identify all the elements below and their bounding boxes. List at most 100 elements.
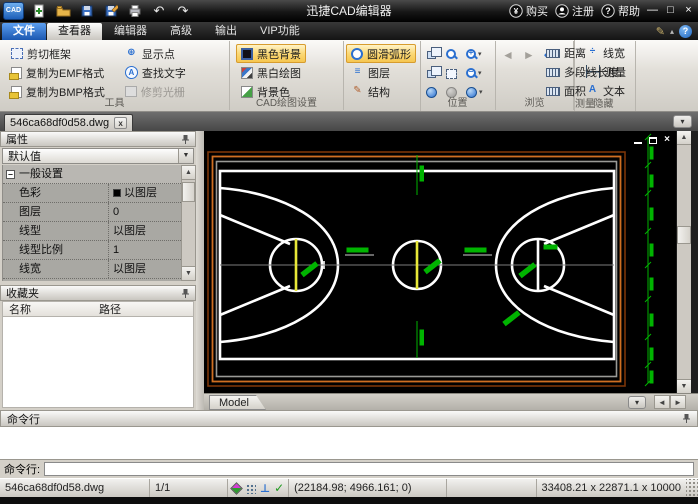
grid-toggle-icon[interactable] [245, 483, 256, 494]
favorites-col-path[interactable]: 路径 [99, 301, 121, 317]
snap-toggle-icon[interactable] [230, 482, 243, 495]
save-button[interactable] [76, 2, 98, 20]
register-button[interactable]: 注册 [553, 3, 596, 19]
collapse-group-icon[interactable]: − [6, 170, 15, 179]
osnap-toggle-icon[interactable]: ✓ [274, 481, 284, 495]
mdi-close-icon[interactable]: × [664, 135, 670, 145]
vertical-scroll-thumb[interactable] [677, 226, 691, 244]
show-points-button[interactable]: ⊕显示点 [120, 44, 191, 63]
command-panel-header: 命令行 [0, 410, 698, 427]
layers-button[interactable]: ≡图层 [346, 63, 416, 82]
property-value-color[interactable]: 以图层 [109, 184, 181, 202]
zoom-out-button[interactable]: −▾ [466, 63, 486, 82]
smooth-arc-button[interactable]: 圆滑弧形 [346, 44, 416, 63]
property-row-linetype: 线型 以图层 [3, 222, 181, 241]
menu-tab-file[interactable]: 文件 [2, 23, 46, 40]
new-file-button[interactable] [28, 2, 50, 20]
buy-button[interactable]: ¥ 购买 [507, 3, 550, 19]
cut-frame-icon [11, 48, 23, 59]
copy-emf-button[interactable]: 复制为EMF格式 [6, 63, 110, 82]
document-tab-close-icon[interactable]: x [114, 117, 127, 129]
scroll-up-icon[interactable]: ▲ [677, 131, 691, 145]
menu-tab-output[interactable]: 输出 [204, 23, 248, 40]
close-button[interactable]: × [681, 3, 696, 19]
favorites-col-name[interactable]: 名称 [3, 301, 99, 317]
view-preset-icon [466, 87, 477, 98]
cascade-icon [427, 51, 436, 59]
print-button[interactable] [124, 2, 146, 20]
grid-scroll-down-icon[interactable]: ▼ [182, 266, 195, 280]
app-logo-icon[interactable]: CAD [3, 2, 24, 20]
redo-button[interactable]: ↷ [172, 2, 194, 20]
help-button[interactable]: ? 帮助 [599, 3, 642, 19]
grid-scroll-up-icon[interactable]: ▲ [182, 166, 195, 180]
open-file-button[interactable] [52, 2, 74, 20]
favorites-pin-icon[interactable] [181, 288, 190, 299]
command-input[interactable] [44, 462, 694, 476]
zoom-out-icon: − [466, 68, 476, 78]
window-bottom-strip [0, 497, 698, 504]
polyline-length-button[interactable]: 多段线长度 [541, 62, 635, 81]
group-label-measure: 测量 [535, 99, 635, 111]
command-pin-icon[interactable] [682, 413, 691, 424]
menu-tab-advanced[interactable]: 高级 [159, 23, 203, 40]
collapse-ribbon-icon[interactable]: ▴ [670, 27, 674, 36]
property-value-ltscale[interactable]: 1 [109, 241, 181, 259]
structure-button[interactable]: ✎结构 [346, 82, 416, 101]
distance-button[interactable]: 距离 [541, 43, 635, 62]
tab-list-chevron-button[interactable]: ▾ [673, 115, 692, 128]
smooth-arc-icon [351, 48, 363, 60]
mdi-restore-icon[interactable] [649, 137, 657, 144]
vertical-scrollbar[interactable]: ▲ ▼ [676, 131, 691, 393]
area-icon [546, 87, 560, 96]
scroll-right-icon[interactable]: ► [670, 395, 686, 409]
undo-button[interactable]: ↶ [148, 2, 170, 20]
find-text-button[interactable]: A查找文字 [120, 63, 191, 82]
zoom-extents-button[interactable] [446, 63, 466, 82]
property-group-header[interactable]: − 一般设置 [3, 165, 181, 184]
model-tab-bar: Model ▾ ◄ ► [204, 393, 698, 410]
minimize-button[interactable]: — [645, 3, 660, 19]
menu-tab-viewer[interactable]: 查看器 [47, 23, 102, 40]
ribbon-help-icon[interactable]: ? [679, 25, 692, 38]
scroll-left-icon[interactable]: ◄ [654, 395, 670, 409]
model-tab[interactable]: Model [209, 395, 266, 410]
property-grid-scrollbar[interactable]: ▲ ▼ [181, 165, 196, 281]
zoom-window-button[interactable] [446, 44, 466, 63]
property-row-ltscale: 线型比例 1 [3, 241, 181, 260]
property-row-lineweight: 线宽 以图层 [3, 260, 181, 279]
document-tab-bar: 546ca68df0d58.dwg x ▾ [0, 112, 698, 131]
panel-splitter[interactable] [196, 131, 204, 410]
annotate-pencil-icon[interactable]: ✎ [656, 25, 665, 38]
zoom-in-button[interactable]: +▾ [466, 44, 486, 63]
menu-tab-editor[interactable]: 编辑器 [103, 23, 158, 40]
zoom-in-icon: + [466, 49, 476, 59]
preset-dropdown[interactable]: 默认值 ▼ [2, 148, 194, 164]
maximize-button[interactable]: □ [663, 3, 678, 19]
area-button[interactable]: 面积 [541, 81, 635, 100]
cascade-windows-button[interactable] [426, 44, 446, 63]
layout-chevron-button[interactable]: ▾ [628, 396, 646, 409]
cut-frame-button[interactable]: 剪切框架 [6, 44, 110, 63]
favorites-column-headers: 名称 路径 [2, 301, 194, 317]
favorites-list[interactable] [2, 317, 194, 408]
ribbon-divider-1 [420, 41, 421, 111]
copy-view-button[interactable] [426, 63, 446, 82]
ortho-toggle-icon[interactable]: ⊥ [260, 482, 270, 495]
save-as-button[interactable] [100, 2, 122, 20]
grid-scroll-thumb[interactable] [182, 182, 195, 202]
resize-grip[interactable] [686, 479, 698, 497]
property-value-linetype[interactable]: 以图层 [109, 222, 181, 240]
mdi-minimize-icon[interactable] [634, 142, 642, 144]
scroll-down-icon[interactable]: ▼ [677, 379, 691, 393]
document-tab[interactable]: 546ca68df0d58.dwg x [4, 114, 133, 131]
register-label: 注册 [572, 3, 594, 19]
property-value-layer[interactable]: 0 [109, 203, 181, 221]
status-spacer [447, 479, 536, 497]
menu-tab-vip[interactable]: VIP功能 [249, 23, 311, 40]
property-group-label: 一般设置 [19, 165, 63, 183]
cad-canvas[interactable] [204, 131, 676, 393]
pin-icon[interactable] [181, 134, 190, 145]
question-icon: ? [601, 4, 615, 18]
property-value-lineweight[interactable]: 以图层 [109, 260, 181, 278]
